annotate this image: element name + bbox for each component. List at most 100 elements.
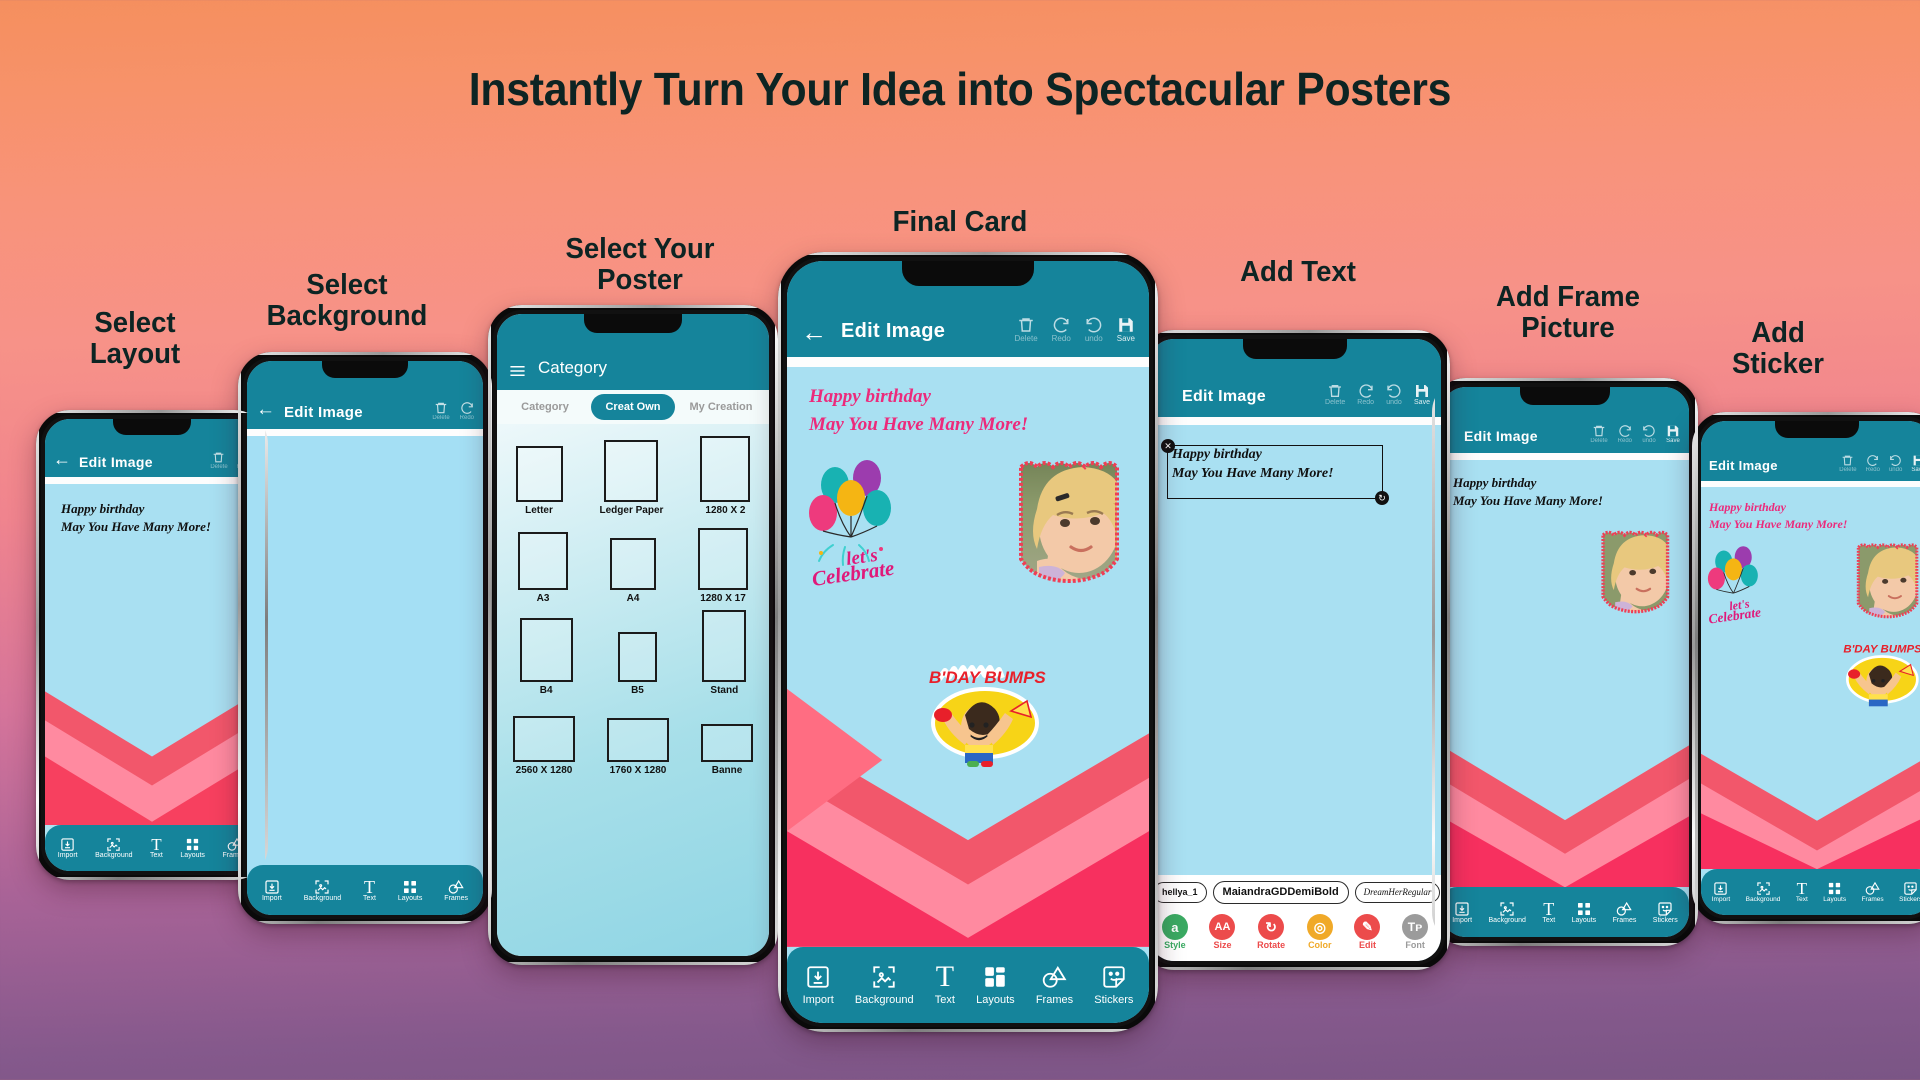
size-cell[interactable]: A4 [610, 538, 656, 604]
screen-title: Edit Image [1182, 388, 1266, 405]
size-cell[interactable]: 1280 X 17 [698, 528, 748, 604]
delete-button[interactable]: Delete [1839, 454, 1857, 473]
toolbar-background[interactable]: Background [1489, 901, 1526, 924]
size-cell[interactable]: 1760 X 1280 [607, 718, 669, 776]
framed-photo[interactable] [1009, 449, 1137, 589]
action-font[interactable]: Tᴘ Font [1402, 914, 1429, 950]
action-rotate[interactable]: ↻ Rotate [1257, 914, 1285, 950]
action-color[interactable]: ◎ Color [1306, 914, 1333, 950]
action-size[interactable]: AA Size [1209, 914, 1236, 950]
save-button[interactable]: Save [1414, 383, 1430, 406]
size-cell[interactable]: Letter [515, 446, 563, 516]
close-icon[interactable]: ✕ [1161, 439, 1175, 453]
label-select-background: Select Background [266, 269, 428, 333]
delete-button[interactable]: Delete [210, 451, 228, 470]
tab-my-creation[interactable]: My Creation [679, 395, 763, 419]
font-strip[interactable]: hellya_1 MaiandraGDDemiBold DreamHerRegu… [1149, 875, 1441, 909]
toolbar-text[interactable]: T Text [1796, 880, 1808, 903]
save-button[interactable]: Save [1117, 316, 1135, 343]
toolbar-text[interactable]: T Text [363, 878, 376, 902]
size-cell[interactable]: 1280 X 2 [700, 436, 751, 516]
text-selection-box[interactable]: Happy birthday May You Have Many More! ✕… [1161, 439, 1389, 505]
toolbar-text[interactable]: T Text [935, 962, 955, 1007]
toolbar-stickers[interactable]: Stickers [1899, 881, 1920, 903]
screen-title: Edit Image [284, 404, 363, 421]
font-chip[interactable]: MaiandraGDDemiBold [1212, 880, 1349, 904]
toolbar-frames[interactable]: Frames [1036, 964, 1073, 1006]
save-button[interactable]: Save [1666, 424, 1680, 444]
toolbar-text[interactable]: T Text [1542, 900, 1555, 924]
toolbar-import[interactable]: Import [1452, 901, 1472, 924]
poster-chevron-graphic [45, 648, 259, 825]
category-tabs: Category Creat Own My Creation [497, 390, 769, 424]
save-button[interactable]: Save [1911, 454, 1920, 473]
delete-button[interactable]: Delete [432, 401, 450, 421]
delete-button[interactable]: Delete [1325, 383, 1345, 406]
toolbar-import[interactable]: Import [262, 879, 282, 902]
hamburger-menu-icon[interactable] [509, 364, 526, 378]
redo-button[interactable]: Redo [1866, 454, 1880, 473]
undo-button[interactable]: undo [1889, 454, 1902, 473]
size-cell[interactable]: B4 [519, 618, 573, 696]
toolbar-import[interactable]: Import [803, 964, 834, 1006]
back-arrow-icon[interactable]: ← [53, 449, 71, 470]
toolbar-background[interactable]: Background [855, 964, 914, 1006]
back-arrow-icon[interactable]: ← [256, 399, 275, 421]
size-cell[interactable]: Ledger Paper [600, 440, 663, 516]
toolbar-layouts[interactable]: Layouts [1823, 881, 1846, 903]
phone-select-layout: ← Edit Image Delete Redo Happy birthday [36, 410, 268, 880]
size-cell[interactable]: Stand [702, 610, 747, 696]
toolbar-frames[interactable]: Frames [1613, 901, 1636, 924]
poster-canvas[interactable]: Happy birthday May You Have Many More! l… [787, 367, 1149, 947]
phone-add-text: Edit Image Delete Redo undo Save Happy b… [1140, 330, 1450, 970]
delete-button[interactable]: Delete [1590, 424, 1608, 444]
balloons-sticker[interactable]: let's Celebrate [801, 453, 929, 591]
redo-button[interactable]: Redo [1618, 424, 1632, 444]
toolbar-stickers[interactable]: Stickers [1094, 964, 1133, 1006]
undo-button[interactable]: undo [1642, 424, 1656, 444]
toolbar-background[interactable]: Background [1746, 881, 1780, 903]
tab-creat-own[interactable]: Creat Own [591, 394, 675, 420]
size-cell[interactable]: Banne [701, 724, 753, 776]
framed-photo[interactable] [1851, 535, 1920, 623]
undo-button[interactable]: undo [1085, 316, 1103, 343]
tab-category[interactable]: Category [503, 395, 587, 419]
redo-button[interactable]: Redo [460, 401, 474, 421]
toolbar-frames[interactable]: Frames [1862, 881, 1884, 903]
screen-title: Edit Image [1464, 428, 1538, 444]
toolbar-import[interactable]: Import [58, 837, 78, 859]
size-cell[interactable]: A3 [518, 532, 568, 604]
rotate-handle-icon[interactable]: ↻ [1375, 491, 1389, 505]
redo-button[interactable]: Redo [1052, 316, 1071, 343]
toolbar-frames[interactable]: Frames [444, 879, 468, 902]
balloons-sticker[interactable]: let's Celebrate [1703, 541, 1781, 627]
bday-bumps-sticker[interactable]: B'DAY BUMPS [1835, 635, 1920, 709]
size-cell[interactable]: B5 [617, 632, 657, 696]
toolbar-background[interactable]: Background [95, 837, 133, 859]
toolbar-layouts[interactable]: Layouts [180, 837, 205, 859]
framed-photo[interactable] [1595, 522, 1681, 618]
bday-bumps-sticker[interactable]: B'DAY BUMPS [915, 657, 1051, 767]
font-chip[interactable]: DreamHerRegular [1354, 881, 1441, 903]
svg-text:B'DAY BUMPS: B'DAY BUMPS [1843, 643, 1920, 655]
toolbar-layouts[interactable]: Layouts [398, 879, 422, 902]
bottom-toolbar: Import Background T Text Layouts Frames [787, 947, 1149, 1023]
toolbar-stickers[interactable]: Stickers [1653, 901, 1678, 924]
toolbar-layouts[interactable]: Layouts [1572, 901, 1596, 924]
font-icon: Tᴘ [1402, 914, 1429, 940]
svg-text:Celebrate: Celebrate [810, 556, 895, 591]
undo-button[interactable]: undo [1386, 383, 1402, 406]
toolbar-background[interactable]: Background [304, 879, 341, 902]
label-add-frame-picture: Add Frame Picture [1496, 281, 1640, 345]
redo-button[interactable]: Redo [1357, 383, 1374, 406]
action-style[interactable]: a Style [1161, 914, 1188, 950]
delete-button[interactable]: Delete [1015, 316, 1038, 343]
toolbar-text[interactable]: T Text [150, 836, 163, 859]
font-chip[interactable]: hellya_1 [1153, 881, 1207, 903]
action-edit[interactable]: ✎ Edit [1354, 914, 1381, 950]
size-cell[interactable]: 2560 X 1280 [513, 716, 575, 776]
toolbar-import[interactable]: Import [1712, 881, 1730, 903]
label-final-card: Final Card [892, 206, 1028, 238]
back-arrow-icon[interactable]: ← [801, 319, 827, 345]
toolbar-layouts[interactable]: Layouts [976, 964, 1015, 1006]
